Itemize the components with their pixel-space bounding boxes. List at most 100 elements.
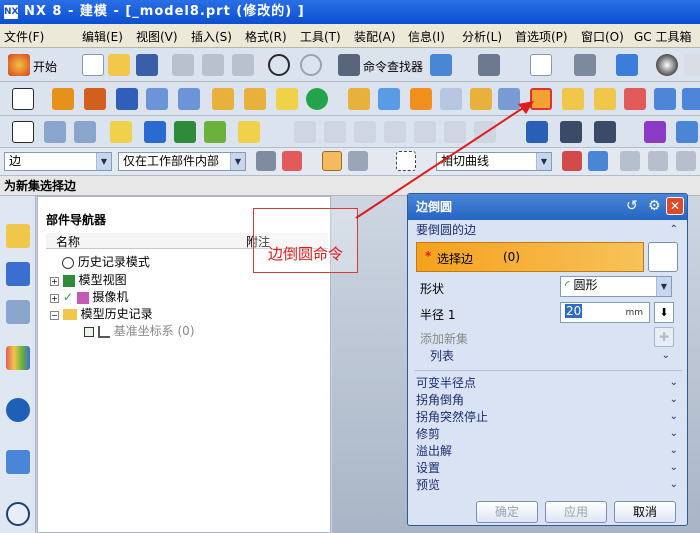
draft-icon[interactable] [624, 88, 646, 110]
g0-continuity-icon[interactable] [324, 121, 346, 143]
add-set-icon[interactable]: ✚ [654, 327, 674, 347]
radius-input[interactable]: 20 mm [560, 302, 650, 323]
box-select-icon[interactable] [396, 151, 416, 171]
display-mode-icon[interactable] [430, 54, 452, 76]
fit-view-icon[interactable] [530, 54, 552, 76]
curve-rule-select[interactable]: 相切曲线 ▼ [436, 152, 552, 171]
intersect-icon[interactable] [410, 88, 432, 110]
extra-tool-icon[interactable] [676, 121, 698, 143]
column-name[interactable]: 名称 [56, 233, 80, 250]
menu-insert[interactable]: 插入(S) [191, 28, 232, 45]
curve-analysis-icon[interactable] [294, 121, 316, 143]
selection-filter-icon[interactable] [256, 151, 276, 171]
cut-icon[interactable] [172, 54, 194, 76]
pocket-icon[interactable] [178, 88, 200, 110]
snap-endpoint-icon[interactable] [620, 151, 640, 171]
reset-icon[interactable]: ↺ [626, 198, 638, 214]
checkbox-icon[interactable] [84, 326, 94, 337]
datum-point-icon[interactable] [306, 88, 328, 110]
shape-select[interactable]: ◜ 圆形 ▼ [560, 276, 672, 297]
snap-midpoint-icon[interactable] [648, 151, 668, 171]
gh-check-icon[interactable] [444, 121, 466, 143]
extrude-icon[interactable] [52, 88, 74, 110]
copy-icon[interactable] [202, 54, 224, 76]
chamfer-icon[interactable] [594, 88, 616, 110]
list-section[interactable]: 列表 ⌄ [430, 348, 670, 364]
menu-edit[interactable]: 编辑(E) [82, 28, 123, 45]
cancel-button[interactable]: 取消 [614, 501, 676, 523]
menu-window[interactable]: 窗口(O) [581, 28, 624, 45]
check-geometry-icon[interactable] [204, 121, 226, 143]
expand-icon[interactable]: + [50, 294, 59, 303]
measure-distance-icon[interactable] [144, 121, 166, 143]
tree-item-camera[interactable]: + ✓ 摄像机 [50, 288, 129, 305]
attribute-icon[interactable] [238, 121, 260, 143]
arrow-down-icon[interactable]: ⬇ [654, 302, 674, 323]
save-icon[interactable] [136, 54, 158, 76]
g2-continuity-icon[interactable] [384, 121, 406, 143]
select-edge-icon[interactable] [348, 151, 368, 171]
type-filter-select[interactable]: 边 ▼ [4, 152, 112, 171]
tree-item-history-mode[interactable]: 历史记录模式 [62, 253, 150, 270]
redo-icon[interactable] [300, 54, 322, 76]
reuse-library-icon[interactable] [6, 346, 30, 370]
groove-icon[interactable] [276, 88, 298, 110]
layer-settings-icon[interactable] [44, 121, 66, 143]
g1-continuity-icon[interactable] [354, 121, 376, 143]
split-body-icon[interactable] [470, 88, 492, 110]
gh-analysis-icon[interactable] [414, 121, 436, 143]
datum-csys-icon[interactable] [12, 121, 34, 143]
open-folder-icon[interactable] [108, 54, 130, 76]
section-variable-radius[interactable]: 可变半径点 ⌄ [416, 375, 678, 391]
command-finder-icon[interactable] [338, 54, 360, 76]
shaded-view-icon[interactable] [616, 54, 638, 76]
section-settings[interactable]: 设置 ⌄ [416, 460, 678, 476]
menu-info[interactable]: 信息(I) [408, 28, 445, 45]
scope-select[interactable]: 仅在工作部件内部 ▼ [118, 152, 246, 171]
background-icon[interactable] [656, 54, 678, 76]
snap-control-icon[interactable] [676, 151, 696, 171]
menu-view[interactable]: 视图(V) [136, 28, 178, 45]
subtract-icon[interactable] [378, 88, 400, 110]
tree-item-model-views[interactable]: + 模型视图 [50, 271, 127, 288]
menu-preferences[interactable]: 首选项(P) [515, 28, 568, 45]
collapse-icon[interactable]: − [50, 311, 59, 320]
edge-blend-icon[interactable] [530, 88, 552, 110]
snap-point-icon[interactable] [282, 151, 302, 171]
select-edge-row[interactable]: * 选择边 (0) [416, 242, 644, 272]
undo-icon[interactable] [268, 54, 290, 76]
section-edges-header[interactable]: 要倒圆的边 ⌃ [416, 222, 678, 238]
boss-icon[interactable] [146, 88, 168, 110]
pad-icon[interactable] [212, 88, 234, 110]
menu-assembly[interactable]: 装配(A) [354, 28, 396, 45]
section-trim[interactable]: 修剪 ⌄ [416, 426, 678, 442]
edit-object-icon[interactable] [110, 121, 132, 143]
hole-icon[interactable] [116, 88, 138, 110]
sketch-icon[interactable] [12, 88, 34, 110]
apply-button[interactable]: 应用 [545, 501, 607, 523]
spring-icon[interactable] [526, 121, 548, 143]
weld-icon[interactable] [594, 121, 616, 143]
select-edge-cube-icon[interactable] [648, 242, 678, 272]
deviation-icon[interactable] [474, 121, 496, 143]
command-finder-button[interactable]: 命令查找器 [363, 58, 423, 75]
menu-analysis[interactable]: 分析(L) [462, 28, 502, 45]
close-icon[interactable]: ✕ [666, 197, 684, 215]
part-navigator-icon[interactable] [6, 300, 30, 324]
section-overflow[interactable]: 溢出解 ⌄ [416, 443, 678, 459]
start-icon[interactable] [8, 54, 30, 76]
tree-item-model-history[interactable]: − 模型历史记录 [50, 305, 153, 322]
constraint-navigator-icon[interactable] [6, 262, 30, 286]
view-orientation-icon[interactable] [574, 54, 596, 76]
assembly-navigator-icon[interactable] [6, 224, 30, 248]
stop-at-intersection-icon[interactable] [562, 151, 582, 171]
web-browser-icon[interactable] [6, 450, 30, 474]
menu-gc-toolbox[interactable]: GC 工具箱 [634, 28, 692, 45]
select-face-icon[interactable] [322, 151, 342, 171]
help-icon[interactable] [6, 398, 30, 422]
gear-icon[interactable]: ⚙ [648, 198, 661, 214]
check-mark-icon[interactable] [644, 121, 666, 143]
section-stop-short[interactable]: 拐角突然停止 ⌄ [416, 409, 678, 425]
layer-icon[interactable] [684, 54, 700, 76]
menu-tools[interactable]: 工具(T) [300, 28, 341, 45]
